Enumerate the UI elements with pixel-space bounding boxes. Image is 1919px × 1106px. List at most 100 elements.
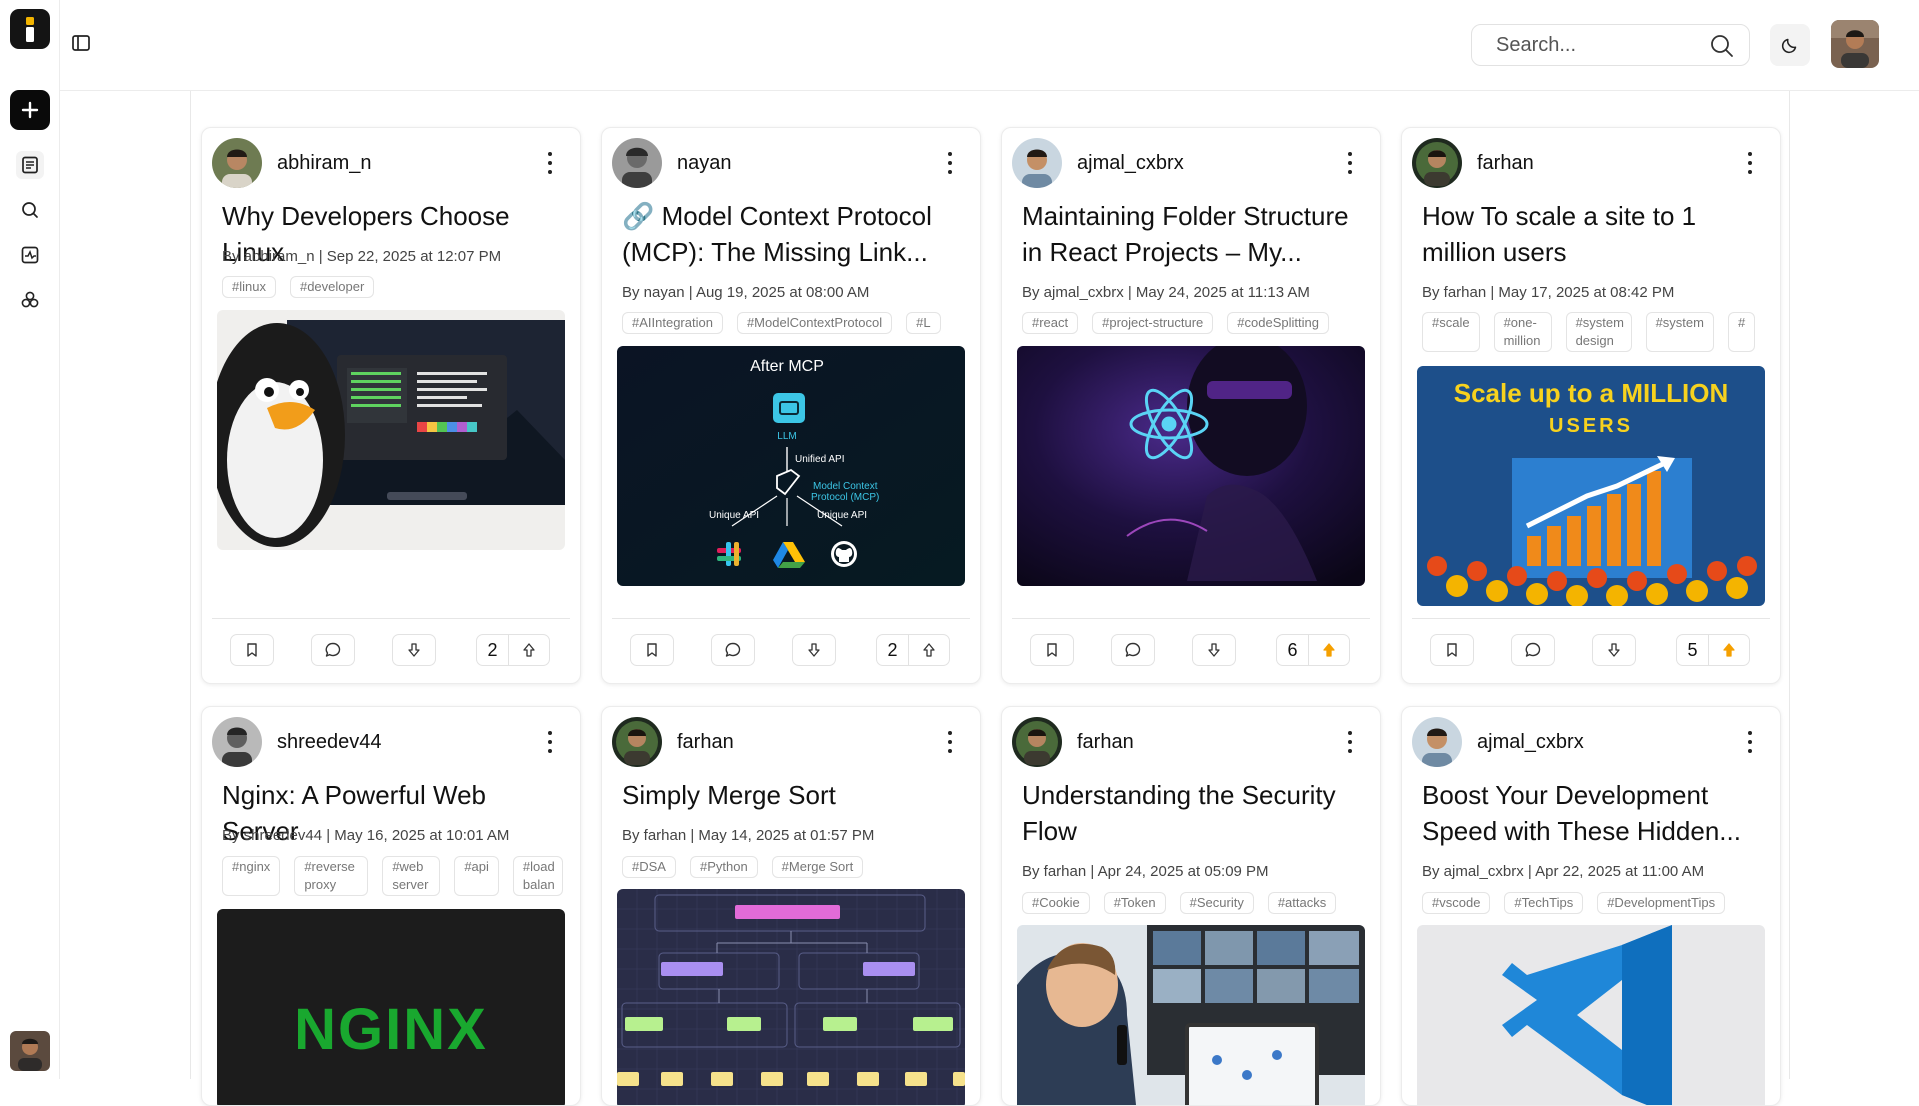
post-image[interactable]: Scale up to a MILLION USERS <box>1417 366 1765 606</box>
tag[interactable]: #react <box>1022 312 1079 334</box>
tag[interactable]: #TechTips <box>1504 892 1584 914</box>
author-name[interactable]: farhan <box>1077 731 1134 754</box>
sidebar-toggle-button[interactable] <box>70 32 92 54</box>
post-card[interactable]: ajmal_cxbrx Boost Your Development Speed… <box>1401 706 1781 1106</box>
downvote-button[interactable] <box>392 634 436 666</box>
user-avatar[interactable] <box>10 1031 50 1071</box>
post-image[interactable] <box>617 889 965 1105</box>
comment-button[interactable] <box>1511 634 1555 666</box>
tag[interactable]: #Token <box>1103 892 1166 914</box>
author-avatar[interactable] <box>1012 138 1062 188</box>
post-card[interactable]: farhan How To scale a site to 1 million … <box>1401 127 1781 684</box>
search-input[interactable] <box>1496 33 1696 57</box>
author-name[interactable]: abhiram_n <box>277 152 372 175</box>
tag[interactable]: #system <box>1645 312 1714 352</box>
post-card[interactable]: farhan Understanding the Security Flow B… <box>1001 706 1381 1106</box>
post-image[interactable]: NGINX <box>217 909 565 1105</box>
post-card[interactable]: shreedev44 Nginx: A Powerful Web Server … <box>201 706 581 1106</box>
bookmark-button[interactable] <box>630 634 674 666</box>
author-avatar[interactable] <box>1012 717 1062 767</box>
post-image[interactable] <box>1017 346 1365 586</box>
author-avatar[interactable] <box>612 717 662 767</box>
post-card[interactable]: abhiram_n Why Developers Choose Linux By… <box>201 127 581 684</box>
tag[interactable]: #one-million <box>1493 312 1552 352</box>
author-name[interactable]: farhan <box>677 731 734 754</box>
downvote-button[interactable] <box>792 634 836 666</box>
post-title[interactable]: How To scale a site to 1 million users <box>1422 198 1760 270</box>
tag[interactable]: # <box>1727 312 1756 352</box>
more-options-button[interactable] <box>1748 731 1754 753</box>
post-title[interactable]: 🔗 Model Context Protocol (MCP): The Miss… <box>622 198 960 270</box>
more-options-button[interactable] <box>548 152 554 174</box>
bookmark-button[interactable] <box>1030 634 1074 666</box>
nav-feed[interactable] <box>16 151 44 179</box>
author-avatar[interactable] <box>1412 138 1462 188</box>
more-options-button[interactable] <box>948 731 954 753</box>
post-card[interactable]: farhan Simply Merge Sort By farhan | May… <box>601 706 981 1106</box>
upvote-button[interactable] <box>1309 635 1349 665</box>
post-image[interactable] <box>217 310 565 550</box>
tag[interactable]: #L <box>906 312 941 334</box>
tag[interactable]: #vscode <box>1422 892 1491 914</box>
comment-button[interactable] <box>1111 634 1155 666</box>
tag[interactable]: #AIIntegration <box>622 312 723 334</box>
profile-avatar[interactable] <box>1831 20 1879 68</box>
search-icon[interactable] <box>1709 33 1735 59</box>
author-avatar[interactable] <box>612 138 662 188</box>
author-avatar[interactable] <box>1412 717 1462 767</box>
theme-toggle-button[interactable] <box>1770 24 1810 66</box>
tag[interactable]: #project-structure <box>1092 312 1214 334</box>
tag[interactable]: #web server <box>382 856 441 896</box>
tag[interactable]: #Security <box>1179 892 1254 914</box>
tag[interactable]: #ModelContextProtocol <box>736 312 893 334</box>
more-options-button[interactable] <box>948 152 954 174</box>
author-name[interactable]: ajmal_cxbrx <box>1477 731 1584 754</box>
new-post-button[interactable] <box>10 90 50 130</box>
author-name[interactable]: shreedev44 <box>277 731 382 754</box>
author-name[interactable]: farhan <box>1477 152 1534 175</box>
tag[interactable]: #nginx <box>222 856 281 896</box>
author-avatar[interactable] <box>212 138 262 188</box>
more-options-button[interactable] <box>1348 731 1354 753</box>
upvote-button[interactable] <box>509 635 549 665</box>
post-title[interactable]: Boost Your Development Speed with These … <box>1422 777 1760 849</box>
tag[interactable]: #developer <box>289 276 375 298</box>
downvote-button[interactable] <box>1592 634 1636 666</box>
tag[interactable]: #reverse proxy <box>294 856 369 896</box>
upvote-button[interactable] <box>909 635 949 665</box>
tag[interactable]: #attacks <box>1267 892 1337 914</box>
comment-button[interactable] <box>311 634 355 666</box>
comment-button[interactable] <box>711 634 755 666</box>
upvote-button[interactable] <box>1709 635 1749 665</box>
tag[interactable]: #Cookie <box>1022 892 1090 914</box>
more-options-button[interactable] <box>548 731 554 753</box>
app-logo[interactable] <box>10 9 50 49</box>
tag[interactable]: #linux <box>222 276 276 298</box>
downvote-button[interactable] <box>1192 634 1236 666</box>
nav-analytics[interactable] <box>16 241 44 269</box>
post-card[interactable]: nayan 🔗 Model Context Protocol (MCP): Th… <box>601 127 981 684</box>
author-name[interactable]: nayan <box>677 152 732 175</box>
tag[interactable]: #api <box>454 856 499 896</box>
bookmark-button[interactable] <box>1430 634 1474 666</box>
post-title[interactable]: Simply Merge Sort <box>622 777 960 813</box>
tag[interactable]: #codeSplitting <box>1227 312 1329 334</box>
nav-community[interactable] <box>16 286 44 314</box>
post-card[interactable]: ajmal_cxbrx Maintaining Folder Structure… <box>1001 127 1381 684</box>
post-image[interactable]: After MCP LLM Unified API Model Context … <box>617 346 965 586</box>
author-name[interactable]: ajmal_cxbrx <box>1077 152 1184 175</box>
more-options-button[interactable] <box>1348 152 1354 174</box>
post-title[interactable]: Maintaining Folder Structure in React Pr… <box>1022 198 1360 270</box>
tag[interactable]: #system design <box>1565 312 1632 352</box>
post-title[interactable]: Understanding the Security Flow <box>1022 777 1360 849</box>
tag[interactable]: #DSA <box>622 856 676 878</box>
tag[interactable]: #Merge Sort <box>771 856 864 878</box>
author-avatar[interactable] <box>212 717 262 767</box>
tag[interactable]: #load balan <box>512 856 563 896</box>
bookmark-button[interactable] <box>230 634 274 666</box>
tag[interactable]: #scale <box>1422 312 1480 352</box>
tag[interactable]: #Python <box>689 856 758 878</box>
more-options-button[interactable] <box>1748 152 1754 174</box>
tag[interactable]: #DevelopmentTips <box>1597 892 1726 914</box>
nav-search[interactable] <box>16 196 44 224</box>
